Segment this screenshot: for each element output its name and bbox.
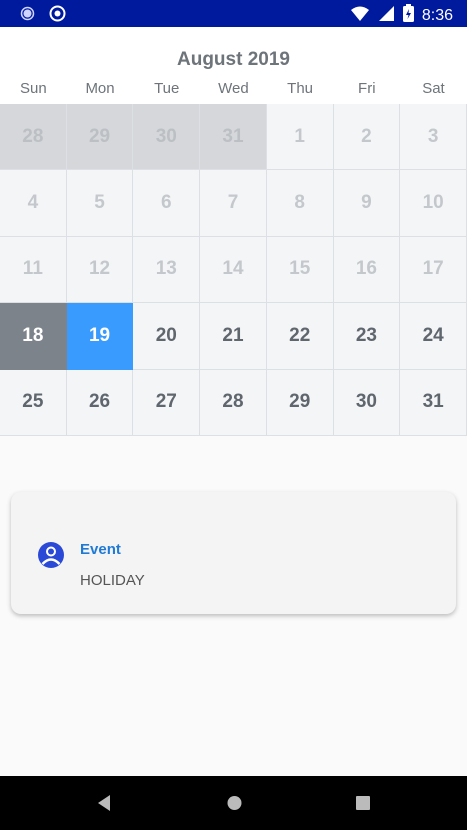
calendar-grid: 28 29 30 31 1 2 3 4 5 6 7 8 9 10 11 12 13 14 15 16 17 18 19 20 2… [0, 104, 467, 436]
weekday-wed: Wed [218, 80, 249, 97]
battery-charging-icon [402, 4, 414, 27]
day-cell[interactable]: 6 [133, 170, 201, 237]
day-cell[interactable]: 28 [0, 104, 67, 171]
navigation-bar [0, 776, 467, 830]
day-cell[interactable]: 23 [333, 303, 401, 370]
day-cell[interactable]: 19 [66, 303, 134, 370]
day-cell[interactable]: 31 [400, 369, 467, 436]
wifi-icon [350, 5, 370, 27]
day-cell[interactable]: 5 [66, 170, 134, 237]
day-cell[interactable]: 3 [400, 104, 467, 171]
day-cell[interactable]: 15 [266, 236, 334, 304]
day-cell[interactable]: 31 [200, 104, 267, 171]
signal-icon [378, 5, 395, 27]
day-cell[interactable]: 16 [333, 236, 401, 304]
day-cell[interactable]: 9 [333, 170, 401, 237]
day-cell[interactable]: 12 [66, 236, 134, 304]
day-cell[interactable]: 29 [66, 104, 134, 171]
day-cell[interactable]: 24 [400, 303, 467, 370]
day-cell[interactable]: 27 [133, 369, 201, 436]
weekday-sun: Sun [19, 80, 47, 97]
calendar: August 2019 Sun Mon Tue Wed Thu Fri Sat 28 29 30… [0, 27, 467, 436]
chrome-icon [49, 5, 66, 27]
day-cell[interactable]: 28 [200, 369, 267, 436]
person-circle-icon [36, 540, 66, 575]
back-icon[interactable] [96, 794, 112, 817]
day-cell[interactable]: 14 [200, 236, 267, 304]
weekday-sat: Sat [422, 80, 445, 97]
day-cell[interactable]: 10 [400, 170, 467, 237]
weekday-tue: Tue [154, 80, 180, 97]
day-cell[interactable]: 17 [400, 236, 467, 304]
day-cell[interactable]: 26 [66, 369, 134, 436]
day-cell[interactable]: 1 [266, 104, 334, 171]
weekday-mon: Mon [85, 80, 115, 97]
month-title: August 2019 [177, 49, 290, 70]
day-cell[interactable]: 25 [0, 369, 67, 436]
day-cell[interactable]: 30 [333, 369, 401, 436]
weekday-header: Sun Mon Tue Wed Thu Fri Sat [0, 80, 467, 97]
day-cell[interactable]: 7 [200, 170, 267, 237]
day-cell[interactable]: 2 [333, 104, 401, 171]
event-card[interactable]: Event HOLIDAY [11, 492, 456, 614]
status-bar: 8:36 [0, 0, 467, 27]
weekday-fri: Fri [358, 80, 376, 97]
day-cell[interactable]: 11 [0, 236, 67, 304]
home-icon[interactable] [226, 794, 243, 817]
day-cell[interactable]: 8 [266, 170, 334, 237]
weekday-thu: Thu [287, 80, 314, 97]
event-title: Event [80, 541, 121, 558]
day-cell[interactable]: 30 [133, 104, 201, 171]
status-time: 8:36 [421, 6, 453, 24]
day-cell[interactable]: 22 [266, 303, 334, 370]
event-description: HOLIDAY [80, 572, 145, 589]
day-cell[interactable]: 4 [0, 170, 67, 237]
day-cell[interactable]: 18 [0, 303, 67, 370]
day-cell[interactable]: 13 [133, 236, 201, 304]
recents-icon[interactable] [355, 794, 371, 817]
notification-dot-icon [20, 6, 35, 26]
day-cell[interactable]: 20 [133, 303, 201, 370]
day-cell[interactable]: 29 [266, 369, 334, 436]
day-cell[interactable]: 21 [200, 303, 267, 370]
